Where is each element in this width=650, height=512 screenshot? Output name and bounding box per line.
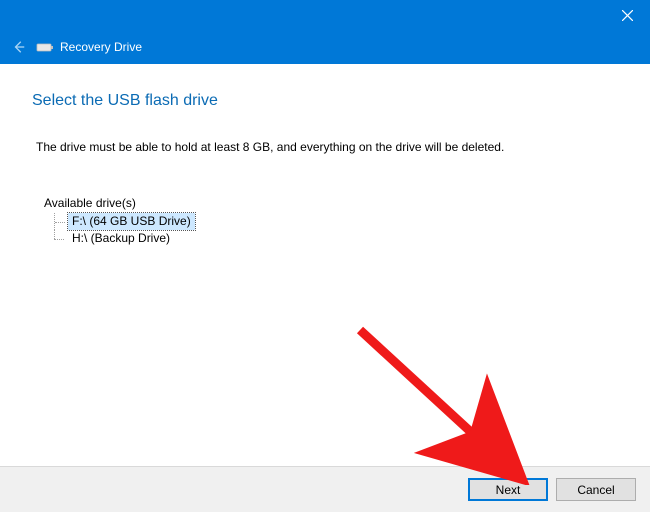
button-bar: Next Cancel — [0, 466, 650, 512]
cancel-button[interactable]: Cancel — [556, 478, 636, 501]
titlebar — [0, 0, 650, 30]
list-item: F:\ (64 GB USB Drive) — [54, 213, 618, 230]
next-button[interactable]: Next — [468, 478, 548, 501]
tree-connector — [54, 230, 68, 247]
drive-option-h[interactable]: H:\ (Backup Drive) — [68, 230, 174, 247]
header: Recovery Drive — [0, 30, 650, 64]
close-button[interactable] — [605, 0, 650, 30]
tree-connector — [54, 213, 68, 230]
list-item: H:\ (Backup Drive) — [54, 230, 618, 247]
available-drives-label: Available drive(s) — [44, 196, 618, 210]
page-heading: Select the USB flash drive — [32, 92, 618, 110]
recovery-drive-icon — [36, 40, 54, 54]
content-area: Select the USB flash drive The drive mus… — [0, 64, 650, 247]
drives-tree: F:\ (64 GB USB Drive) H:\ (Backup Drive) — [54, 213, 618, 247]
window-title: Recovery Drive — [60, 40, 142, 54]
close-icon — [622, 10, 633, 21]
back-arrow-icon — [12, 40, 26, 54]
annotation-arrow-icon — [350, 320, 540, 485]
drive-option-f[interactable]: F:\ (64 GB USB Drive) — [68, 213, 195, 230]
page-description: The drive must be able to hold at least … — [36, 140, 618, 154]
back-button[interactable] — [6, 40, 32, 54]
